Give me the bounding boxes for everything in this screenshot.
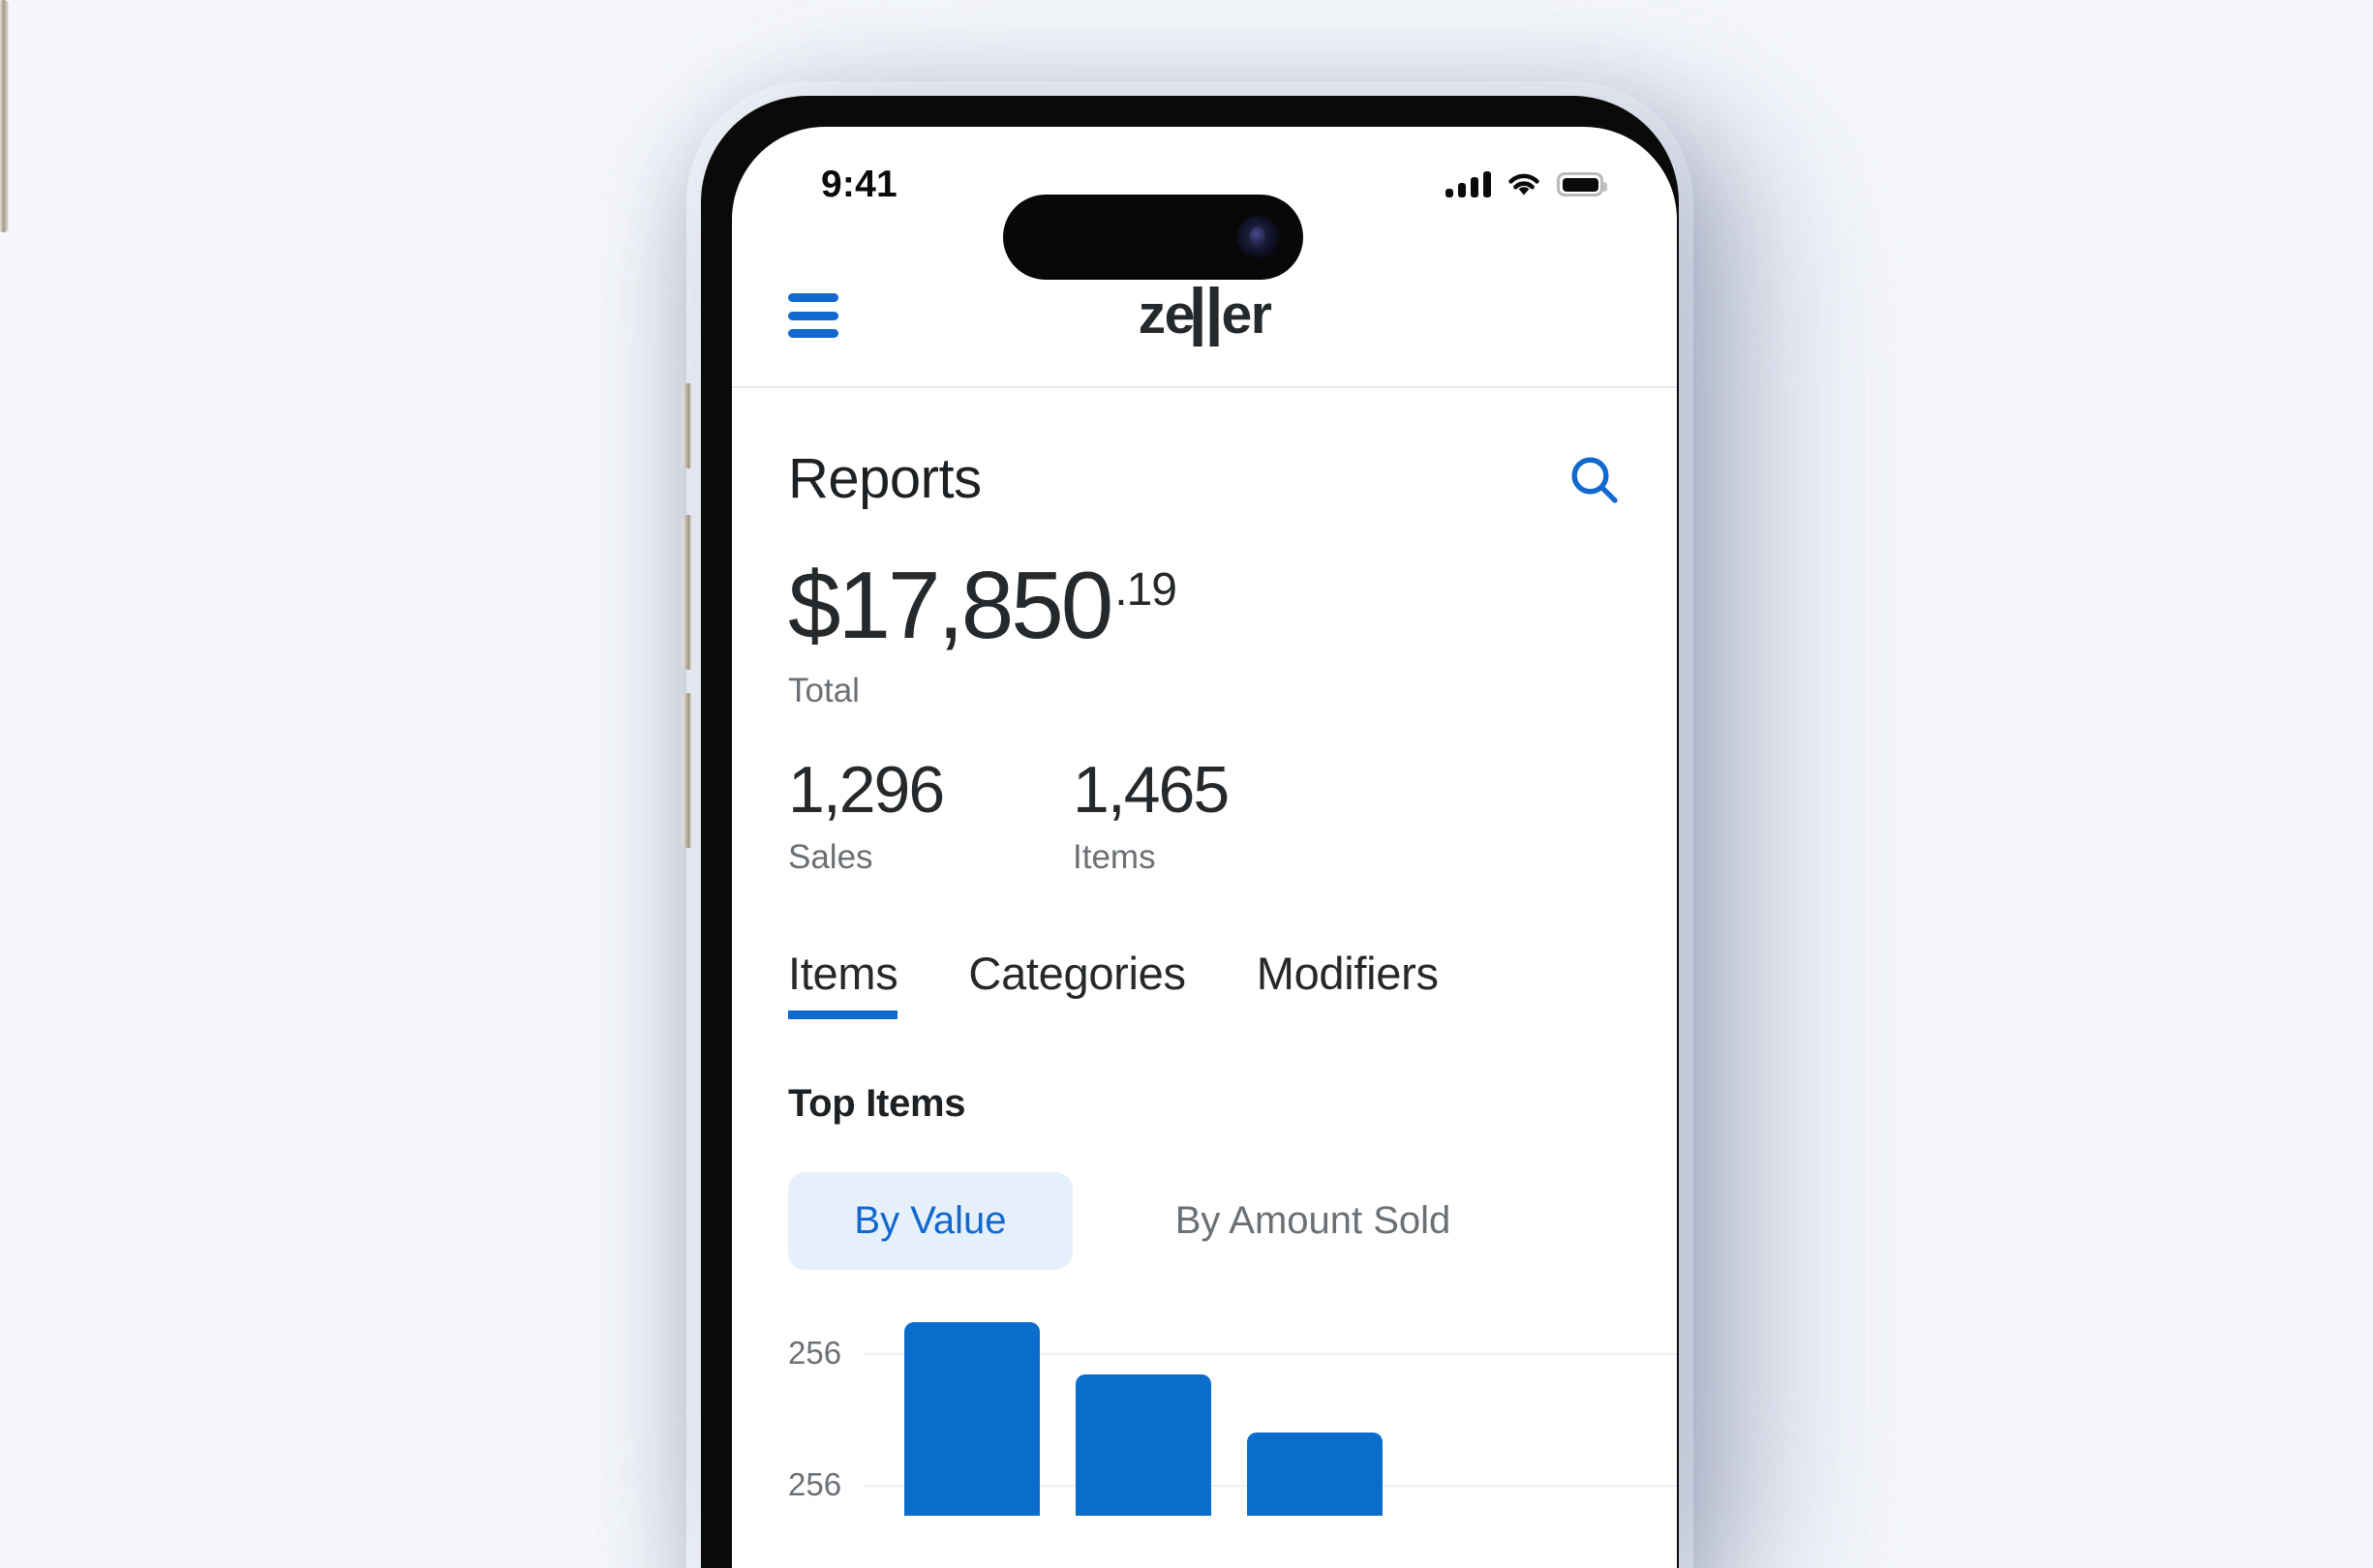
segment-by-amount-sold[interactable]: By Amount Sold — [1110, 1172, 1516, 1270]
phone-bezel: 9:41 — [701, 96, 1679, 1568]
total-amount: $17,850 .19 — [788, 558, 1621, 652]
phone-screen: 9:41 — [732, 127, 1677, 1568]
battery-icon — [1557, 172, 1607, 196]
sort-segmented-control: By Value By Amount Sold — [788, 1172, 1621, 1270]
logo-tall-ll: ​ — [1193, 284, 1222, 347]
top-items-bar-chart: 256 256 — [788, 1322, 1677, 1516]
report-tabs: Items Categories Modifiers — [788, 947, 1621, 1019]
volume-down-button[interactable] — [683, 693, 691, 848]
zeller-logo: ze ​ er — [1138, 283, 1272, 347]
y-tick-label: 256 — [788, 1335, 842, 1371]
power-button[interactable] — [0, 0, 9, 232]
reports-content: Reports $17,850 .19 Total 1,296 Sales 1,… — [732, 390, 1677, 1568]
chart-bars — [904, 1322, 1383, 1516]
page-title: Reports — [788, 447, 982, 510]
logo-prefix: ze — [1138, 284, 1196, 346]
stat-sales-value: 1,296 — [788, 753, 945, 827]
hamburger-menu-icon[interactable] — [788, 293, 838, 338]
chart-bar[interactable] — [1247, 1432, 1383, 1516]
cellular-signal-icon — [1445, 171, 1491, 197]
tab-categories[interactable]: Categories — [968, 947, 1186, 1019]
stat-items-label: Items — [1073, 838, 1156, 876]
total-amount-label: Total — [788, 672, 860, 709]
status-indicators — [1445, 171, 1607, 197]
front-camera-icon — [1237, 216, 1280, 258]
tab-items[interactable]: Items — [788, 947, 898, 1019]
tab-modifiers[interactable]: Modifiers — [1257, 947, 1439, 1019]
phone-device: 9:41 — [686, 81, 1693, 1568]
wifi-icon — [1508, 173, 1539, 195]
chart-bar[interactable] — [904, 1322, 1040, 1516]
summary-stats: 1,296 Sales 1,465 Items — [788, 757, 1621, 877]
y-tick-label: 256 — [788, 1466, 842, 1502]
dynamic-island — [1003, 195, 1303, 280]
search-icon[interactable] — [1567, 452, 1621, 506]
chart-bar[interactable] — [1076, 1374, 1211, 1516]
stat-items: 1,465 Items — [1073, 753, 1230, 877]
stat-items-value: 1,465 — [1073, 753, 1230, 827]
stat-sales: 1,296 Sales — [788, 757, 1073, 877]
section-title-top-items: Top Items — [788, 1082, 966, 1125]
logo-suffix: er — [1221, 284, 1272, 346]
volume-up-button[interactable] — [683, 515, 691, 670]
segment-by-value[interactable]: By Value — [788, 1172, 1073, 1270]
page-header-row: Reports — [788, 390, 1621, 511]
total-amount-cents: .19 — [1114, 564, 1177, 616]
action-button[interactable] — [683, 383, 691, 468]
status-time: 9:41 — [821, 164, 897, 205]
stat-sales-label: Sales — [788, 838, 873, 876]
total-amount-dollars: $17,850 — [788, 552, 1113, 658]
